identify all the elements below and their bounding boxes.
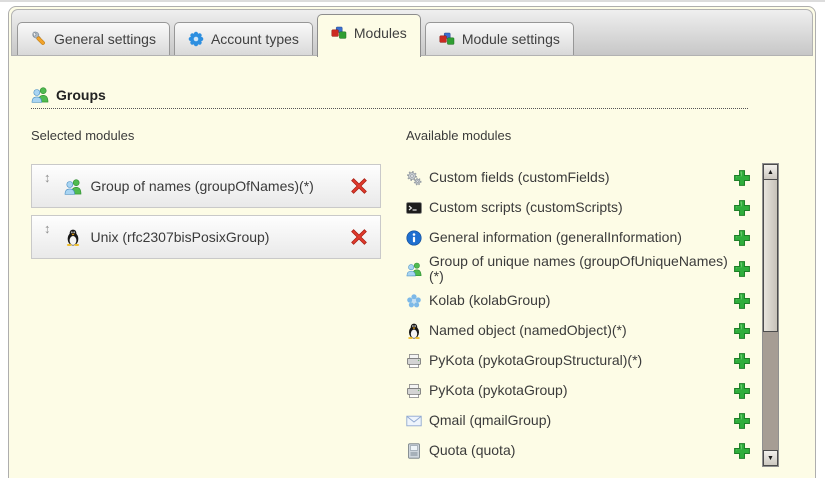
penguin-icon [64, 229, 82, 246]
scrollbar-track[interactable] [763, 332, 778, 450]
add-module-button[interactable] [733, 322, 751, 340]
available-module-row-custom-scripts: Custom scripts (customScripts) [406, 193, 753, 223]
scrollbar-thumb[interactable] [763, 180, 778, 332]
available-module-label: Qmail (qmailGroup) [429, 413, 551, 428]
delete-icon [350, 177, 368, 195]
tab-modules[interactable]: Modules [317, 14, 421, 57]
available-module-row-kolab: Kolab (kolabGroup) [406, 286, 753, 316]
add-module-button[interactable] [733, 169, 751, 187]
add-icon [733, 292, 751, 310]
gears-icon [406, 170, 422, 186]
envelope-icon [406, 413, 422, 429]
group-icon [64, 178, 82, 195]
selected-module-label: Unix (rfc2307bisPosixGroup) [91, 229, 351, 245]
add-icon [733, 442, 751, 460]
add-icon [733, 260, 751, 278]
available-module-label: Custom fields (customFields) [429, 170, 610, 185]
available-module-label: Kolab (kolabGroup) [429, 293, 550, 308]
available-modules-list: Custom fields (customFields) Custom scri… [406, 163, 753, 466]
available-module-label: General information (generalInformation) [429, 230, 682, 245]
add-icon [733, 322, 751, 340]
available-module-label: Group of unique names (groupOfUniqueName… [429, 254, 729, 285]
add-icon [733, 412, 751, 430]
settings-panel: General settings Account types Modules M… [8, 6, 816, 478]
drag-handle-icon[interactable]: ↕ [44, 216, 51, 236]
modules-icon [439, 31, 455, 47]
page-top-divider [0, 0, 825, 2]
wrench-icon [31, 31, 47, 47]
selected-modules-column: Selected modules ↕ Group of names (group… [31, 128, 406, 266]
selected-module-label: Group of names (groupOfNames)(*) [91, 178, 351, 194]
add-icon [733, 352, 751, 370]
section-title: Groups [56, 87, 106, 103]
remove-module-button[interactable] [350, 177, 368, 195]
add-module-button[interactable] [733, 442, 751, 460]
drag-handle-icon[interactable]: ↕ [44, 165, 51, 185]
tab-account-types[interactable]: Account types [174, 22, 313, 55]
available-module-row-quota: Quota (quota) [406, 436, 753, 466]
groups-section-header: Groups [31, 86, 748, 109]
available-modules-heading: Available modules [406, 128, 779, 143]
scroll-up-button[interactable]: ▲ [763, 164, 778, 180]
add-module-button[interactable] [733, 199, 751, 217]
selected-module-row-group-of-names[interactable]: ↕ Group of names (groupOfNames)(*) [31, 164, 381, 208]
available-module-row-general-information: General information (generalInformation) [406, 223, 753, 253]
disk-icon [406, 443, 422, 459]
add-icon [733, 382, 751, 400]
available-module-row-group-of-unique-names: Group of unique names (groupOfUniqueName… [406, 253, 753, 286]
add-module-button[interactable] [733, 352, 751, 370]
available-module-label: Custom scripts (customScripts) [429, 200, 623, 215]
scroll-up-icon: ▲ [767, 169, 774, 176]
available-module-row-pykota-structural: PyKota (pykotaGroupStructural)(*) [406, 346, 753, 376]
tab-label: Account types [211, 31, 299, 47]
available-modules-scrollbar[interactable]: ▲ ▼ [762, 163, 779, 467]
available-module-row-qmail: Qmail (qmailGroup) [406, 406, 753, 436]
terminal-icon [406, 200, 422, 216]
selected-modules-list: ↕ Group of names (groupOfNames)(*) ↕ Uni… [31, 164, 406, 259]
add-icon [733, 199, 751, 217]
delete-icon [350, 228, 368, 246]
add-icon [733, 169, 751, 187]
tab-label: General settings [54, 31, 156, 47]
group-icon [406, 261, 422, 277]
modules-icon [331, 25, 347, 41]
available-module-label: PyKota (pykotaGroupStructural)(*) [429, 353, 642, 368]
available-module-label: Named object (namedObject)(*) [429, 323, 627, 338]
modules-tab-content: Groups Selected modules ↕ Group of names… [9, 56, 815, 467]
scroll-down-icon: ▼ [767, 455, 774, 462]
remove-module-button[interactable] [350, 228, 368, 246]
printer-icon [406, 383, 422, 399]
group-icon [31, 86, 49, 103]
add-module-button[interactable] [733, 412, 751, 430]
kolab-icon [406, 293, 422, 309]
tab-module-settings[interactable]: Module settings [425, 22, 574, 55]
tab-label: Modules [354, 25, 407, 41]
info-icon [406, 230, 422, 246]
printer-icon [406, 353, 422, 369]
available-modules-column: Available modules Custom fields (customF… [406, 128, 779, 467]
penguin-icon [406, 323, 422, 339]
add-module-button[interactable] [733, 292, 751, 310]
available-module-label: PyKota (pykotaGroup) [429, 383, 568, 398]
selected-modules-heading: Selected modules [31, 128, 406, 143]
tab-general-settings[interactable]: General settings [17, 22, 170, 55]
add-module-button[interactable] [733, 382, 751, 400]
add-module-button[interactable] [733, 260, 751, 278]
selected-module-row-unix[interactable]: ↕ Unix (rfc2307bisPosixGroup) [31, 215, 381, 259]
account-types-icon [188, 31, 204, 47]
available-module-row-pykota: PyKota (pykotaGroup) [406, 376, 753, 406]
add-module-button[interactable] [733, 229, 751, 247]
available-module-row-named-object: Named object (namedObject)(*) [406, 316, 753, 346]
add-icon [733, 229, 751, 247]
available-module-label: Quota (quota) [429, 443, 515, 458]
available-module-row-custom-fields: Custom fields (customFields) [406, 163, 753, 193]
tab-bar: General settings Account types Modules M… [11, 9, 813, 56]
tab-label: Module settings [462, 31, 560, 47]
scroll-down-button[interactable]: ▼ [763, 450, 778, 466]
